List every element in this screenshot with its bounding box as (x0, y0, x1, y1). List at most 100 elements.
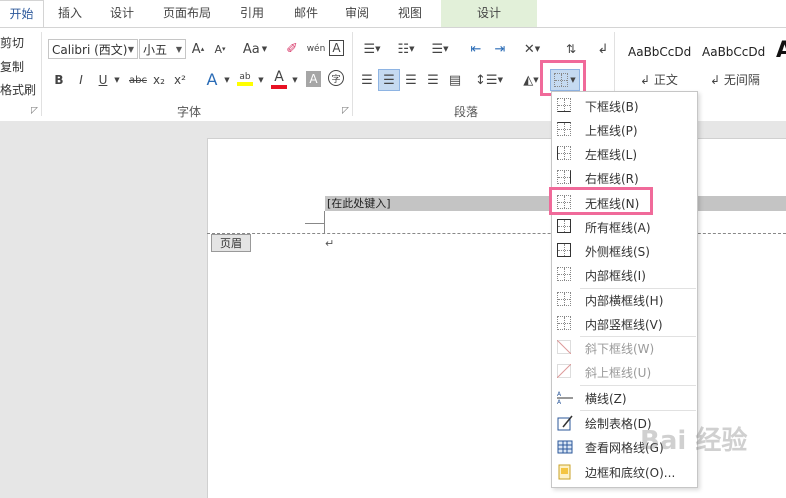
diagonal-down-border-icon (556, 339, 573, 356)
font-group-label: 字体 (177, 105, 202, 119)
multilevel-list-button[interactable]: ☰ ▼ (426, 40, 454, 58)
align-center-icon[interactable]: ☰ (378, 69, 400, 91)
menu-item-inside-vertical-border[interactable]: 内部竖框线(V) (552, 312, 697, 336)
chinese-layout-icon[interactable]: ✕ ▼ (520, 40, 544, 58)
underline-button[interactable]: U (96, 71, 110, 89)
menu-item-inside-borders[interactable]: 内部框线(I) (552, 263, 697, 287)
cut-button[interactable]: 剪切 (0, 34, 24, 51)
format-painter-button[interactable]: 格式刷 (0, 81, 36, 98)
svg-text:A: A (557, 399, 562, 404)
all-borders-icon (557, 219, 573, 235)
draw-table-icon (557, 415, 573, 431)
menu-item-horizontal-line[interactable]: A A 横线(Z) (552, 386, 697, 410)
inside-borders-icon (557, 267, 573, 283)
tab-home[interactable]: 开始 (0, 0, 44, 28)
clear-formatting-icon[interactable]: ✐ (283, 40, 301, 58)
menu-item-borders-shading[interactable]: 边框和底纹(O)... (552, 460, 697, 484)
group-divider (41, 32, 42, 116)
paragraph-mark: ↵ (325, 237, 335, 250)
group-divider (352, 32, 353, 116)
subscript-button[interactable]: x₂ (152, 71, 166, 89)
enclose-characters-button[interactable]: 字 (328, 70, 344, 86)
sort-icon[interactable]: ⇅ (562, 38, 580, 60)
chevron-down-icon[interactable]: ▼ (256, 71, 266, 89)
tab-mailings[interactable]: 邮件 (284, 0, 328, 27)
font-size-value: 小五 (143, 43, 168, 57)
tab-view[interactable]: 视图 (388, 0, 432, 27)
menu-item-left-border[interactable]: 左框线(L) (552, 142, 697, 166)
inside-horizontal-border-icon (557, 292, 573, 308)
font-size-combo[interactable]: 小五 ▼ (139, 39, 186, 59)
menu-item-outside-borders[interactable]: 外侧框线(S) (552, 239, 697, 263)
header-boundary-line (207, 233, 786, 234)
shrink-font-button[interactable]: A ▾ (212, 40, 228, 58)
inside-vertical-border-icon (557, 316, 573, 332)
decrease-indent-icon[interactable]: ⇤ (466, 40, 486, 58)
menu-item-inside-horizontal-border[interactable]: 内部横框线(H) (552, 288, 697, 312)
superscript-button[interactable]: x² (173, 71, 187, 89)
view-gridlines-icon (557, 439, 573, 455)
increase-indent-icon[interactable]: ⇥ (490, 40, 510, 58)
no-border-highlight (549, 187, 653, 215)
text-effects-button[interactable]: A (203, 69, 221, 89)
tab-header-footer-design[interactable]: 设计 (441, 0, 537, 27)
chevron-down-icon[interactable]: ▼ (222, 71, 232, 89)
style-heading-preview[interactable]: A (776, 38, 786, 63)
menu-item-diagonal-down-border: 斜下框线(W) (552, 336, 697, 360)
paragraph-mark-icon: ↲ (710, 73, 724, 87)
menu-item-top-border[interactable]: 上框线(P) (552, 118, 697, 142)
grow-font-button[interactable]: A ▴ (190, 40, 206, 58)
change-case-button[interactable]: Aa ▼ (241, 40, 269, 58)
margin-corner-mark (324, 211, 325, 233)
left-border-icon (557, 146, 573, 162)
font-color-button[interactable]: A (270, 68, 288, 90)
highlight-color-button[interactable]: ab (236, 68, 254, 90)
italic-button[interactable]: I (74, 71, 88, 89)
align-right-icon[interactable]: ☰ (402, 71, 420, 89)
strikethrough-button[interactable]: abc (128, 71, 148, 89)
phonetic-guide-button[interactable]: wén (306, 38, 326, 60)
menu-item-bottom-border[interactable]: 下框线(B) (552, 94, 697, 118)
tab-review[interactable]: 审阅 (335, 0, 379, 27)
justify-icon[interactable]: ☰ (424, 71, 442, 89)
character-shading-button[interactable]: A (306, 71, 321, 87)
top-border-icon (557, 122, 573, 138)
chevron-down-icon: ▼ (175, 45, 182, 54)
align-left-icon[interactable]: ☰ (358, 71, 376, 89)
bullets-button[interactable]: ☰ ▼ (358, 40, 386, 58)
margin-corner-mark (305, 223, 325, 224)
tab-page-layout[interactable]: 页面布局 (155, 0, 219, 27)
bold-button[interactable]: B (52, 71, 66, 89)
show-hide-marks-icon[interactable]: ↲ (596, 40, 610, 58)
tab-insert[interactable]: 插入 (48, 0, 92, 27)
right-border-icon (557, 170, 573, 186)
chevron-down-icon[interactable]: ▼ (290, 71, 300, 89)
font-name-combo[interactable]: Calibri (西文) ▼ (48, 39, 138, 59)
menu-item-diagonal-up-border: 斜上框线(U) (552, 360, 697, 384)
ribbon-tab-bar: 开始 插入 设计 页面布局 引用 邮件 审阅 视图 设计 (0, 0, 786, 28)
style-normal-preview[interactable]: AaBbCcDd (628, 45, 691, 59)
font-name-value: Calibri (西文) (52, 43, 128, 57)
borders-shading-icon (557, 464, 573, 480)
line-spacing-icon[interactable]: ↕☰ ▼ (474, 71, 504, 89)
numbering-button[interactable]: ☷ ▼ (392, 40, 420, 58)
menu-item-all-borders[interactable]: 所有框线(A) (552, 215, 697, 239)
style-no-spacing-label: ↲ 无间隔 (710, 73, 760, 87)
chevron-down-icon[interactable]: ▼ (112, 71, 122, 89)
character-border-button[interactable]: A (329, 40, 344, 56)
horizontal-line-icon: AA (557, 390, 573, 406)
diagonal-up-border-icon (556, 363, 573, 380)
tab-references[interactable]: 引用 (230, 0, 274, 27)
watermark: Bai 经验 (640, 426, 748, 456)
style-no-spacing-preview[interactable]: AaBbCcDd (702, 45, 765, 59)
distributed-icon[interactable]: ▤ (446, 71, 464, 89)
font-dialog-launcher-icon[interactable]: ◸ (342, 106, 349, 116)
svg-text:A: A (557, 391, 562, 398)
chevron-down-icon: ▼ (127, 45, 134, 54)
paragraph-group-label: 段落 (454, 105, 479, 119)
copy-button[interactable]: 复制 (0, 58, 24, 75)
tab-design[interactable]: 设计 (100, 0, 144, 27)
paragraph-mark-icon: ↲ (640, 73, 654, 87)
outside-borders-icon (557, 243, 573, 259)
clipboard-dialog-launcher-icon[interactable]: ◸ (31, 106, 38, 116)
